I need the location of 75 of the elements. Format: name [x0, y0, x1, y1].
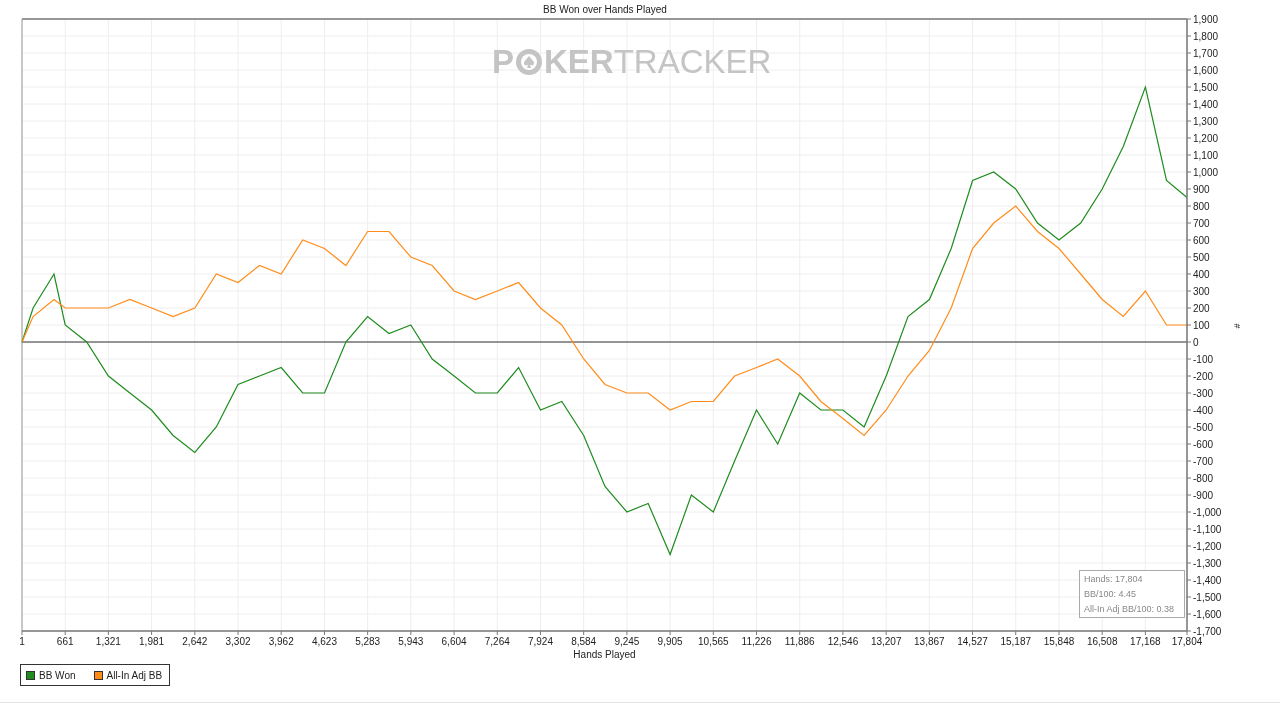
- y-tick-label: -1,500: [1193, 591, 1222, 603]
- x-tick-label: 17,804: [1171, 636, 1203, 647]
- x-axis-label: Hands Played: [573, 649, 636, 660]
- y-tick-label: -1,400: [1193, 574, 1222, 586]
- y-tick-label: 1,200: [1193, 132, 1219, 144]
- y-axis-label: #: [1232, 323, 1242, 329]
- summary-line: BB/100: 4.45: [1084, 589, 1138, 599]
- y-tick-label: -100: [1193, 353, 1213, 365]
- x-tick-label: 10,565: [698, 636, 729, 647]
- y-tick-label: -1,300: [1193, 557, 1222, 569]
- x-tick-label: 11,886: [784, 636, 815, 647]
- y-tick-label: 1,700: [1193, 47, 1219, 59]
- y-tick-label: 1,800: [1193, 30, 1219, 42]
- y-tick-label: 500: [1193, 251, 1210, 263]
- x-tick-label: 13,867: [914, 636, 945, 647]
- y-tick-label: -200: [1193, 370, 1213, 382]
- y-tick-label: 1,600: [1193, 64, 1219, 76]
- y-tick-label: 700: [1193, 217, 1210, 229]
- y-tick-label: -1,100: [1193, 523, 1222, 535]
- x-tick-label: 15,187: [1000, 636, 1032, 647]
- y-tick-label: -300: [1193, 387, 1213, 399]
- chart-title: BB Won over Hands Played: [543, 3, 667, 15]
- y-tick-label: -900: [1193, 489, 1213, 501]
- y-tick-label: -500: [1193, 421, 1213, 433]
- x-tick-label: 13,207: [870, 636, 902, 647]
- x-tick-label: 661: [56, 636, 74, 647]
- y-tick-label: -700: [1193, 455, 1213, 467]
- y-tick-label: 600: [1193, 234, 1210, 246]
- x-tick-label: 3,302: [225, 636, 251, 647]
- y-tick-label: 1,900: [1193, 13, 1219, 25]
- y-tick-label: -1,000: [1193, 506, 1222, 518]
- y-tick-label: 200: [1193, 302, 1210, 314]
- y-tick-label: 900: [1193, 183, 1210, 195]
- x-tick-label: 9,905: [657, 636, 683, 647]
- y-tick-label: -1,200: [1193, 540, 1222, 552]
- y-tick-label: 0: [1193, 336, 1199, 348]
- x-tick-label: 5,283: [355, 636, 381, 647]
- x-tick-label: 3,962: [268, 636, 294, 647]
- y-tick-label: -600: [1193, 438, 1213, 450]
- x-tick-label: 11,226: [741, 636, 772, 647]
- y-tick-label: -800: [1193, 472, 1213, 484]
- summary-line: Hands: 17,804: [1084, 574, 1144, 584]
- legend-label: All-In Adj BB: [106, 669, 163, 681]
- y-tick-label: 1,100: [1193, 149, 1219, 161]
- logo: P KERTRACKER: [492, 43, 772, 81]
- chip-icon: [515, 48, 543, 76]
- x-tick-label: 1: [19, 636, 25, 647]
- x-tick-label: 15,848: [1043, 636, 1075, 647]
- x-tick-label: 9,245: [614, 636, 640, 647]
- y-tick-label: 300: [1193, 285, 1210, 297]
- y-tick-label: 1,000: [1193, 166, 1219, 178]
- legend-label: BB Won: [39, 669, 76, 681]
- x-tick-label: 17,168: [1130, 636, 1161, 647]
- x-tick-label: 8,584: [571, 636, 597, 647]
- y-tick-label: -400: [1193, 404, 1213, 416]
- y-tick-label: 1,300: [1193, 115, 1219, 127]
- x-tick-label: 7,924: [527, 636, 553, 647]
- x-tick-label: 5,943: [398, 636, 424, 647]
- summary-line: All-In Adj BB/100: 0.38: [1084, 604, 1176, 614]
- y-tick-label: -1,700: [1193, 625, 1222, 637]
- y-tick-label: 800: [1193, 200, 1210, 212]
- y-tick-label: 100: [1193, 319, 1210, 331]
- y-tick-label: 1,400: [1193, 98, 1219, 110]
- x-tick-label: 2,642: [182, 636, 208, 647]
- x-tick-label: 7,264: [484, 636, 510, 647]
- x-tick-label: 14,527: [957, 636, 988, 647]
- y-tick-label: -1,600: [1193, 608, 1222, 620]
- x-tick-label: 1,981: [139, 636, 165, 647]
- y-tick-label: 400: [1193, 268, 1210, 280]
- x-tick-label: 6,604: [441, 636, 467, 647]
- x-tick-label: 4,623: [311, 636, 337, 647]
- x-tick-label: 12,546: [827, 636, 859, 647]
- y-tick-label: 1,500: [1193, 81, 1219, 93]
- x-tick-label: 1,321: [95, 636, 121, 647]
- x-tick-label: 16,508: [1086, 636, 1118, 647]
